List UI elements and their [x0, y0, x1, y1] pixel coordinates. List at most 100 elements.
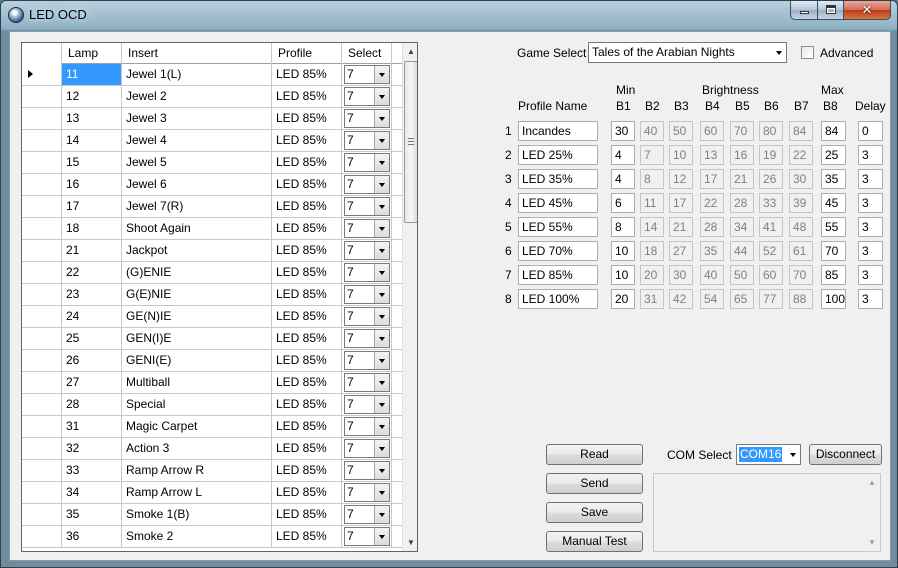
- profile-name-field[interactable]: LED 70%: [518, 241, 598, 261]
- brightness-b8-field[interactable]: 100: [821, 289, 846, 309]
- table-row[interactable]: 27 Multiball LED 85% 7: [22, 372, 402, 394]
- select-combo[interactable]: 7: [344, 505, 390, 524]
- chevron-down-icon[interactable]: [374, 286, 389, 303]
- lamp-grid[interactable]: Lamp Insert Profile Select 11 Jewel 1(L) L…: [21, 42, 418, 552]
- table-row[interactable]: 15 Jewel 5 LED 85% 7: [22, 152, 402, 174]
- table-row[interactable]: 25 GEN(I)E LED 85% 7: [22, 328, 402, 350]
- table-row[interactable]: 34 Ramp Arrow L LED 85% 7: [22, 482, 402, 504]
- row-header[interactable]: [22, 196, 62, 217]
- cell-insert[interactable]: Jackpot: [122, 240, 272, 261]
- select-combo[interactable]: 7: [344, 131, 390, 150]
- brightness-b2-field[interactable]: 8: [640, 169, 664, 189]
- cell-insert[interactable]: Magic Carpet: [122, 416, 272, 437]
- row-header[interactable]: [22, 372, 62, 393]
- chevron-down-icon[interactable]: [374, 462, 389, 479]
- cell-lamp[interactable]: 15: [62, 152, 122, 173]
- select-combo[interactable]: 7: [344, 109, 390, 128]
- table-row[interactable]: 16 Jewel 6 LED 85% 7: [22, 174, 402, 196]
- table-row[interactable]: 14 Jewel 4 LED 85% 7: [22, 130, 402, 152]
- brightness-b5-field[interactable]: 28: [730, 193, 754, 213]
- app-icon[interactable]: [8, 7, 24, 23]
- row-header[interactable]: [22, 174, 62, 195]
- brightness-b1-field[interactable]: 10: [611, 241, 635, 261]
- select-combo[interactable]: 7: [344, 527, 390, 546]
- chevron-down-icon[interactable]: [374, 66, 389, 83]
- brightness-b7-field[interactable]: 84: [789, 121, 813, 141]
- cell-lamp[interactable]: 33: [62, 460, 122, 481]
- cell-profile[interactable]: LED 85%: [272, 86, 342, 107]
- brightness-b7-field[interactable]: 48: [789, 217, 813, 237]
- table-row[interactable]: 35 Smoke 1(B) LED 85% 7: [22, 504, 402, 526]
- log-textbox[interactable]: ▲ ▼: [653, 473, 881, 552]
- cell-insert[interactable]: Special: [122, 394, 272, 415]
- brightness-b4-field[interactable]: 40: [700, 265, 724, 285]
- select-combo[interactable]: 7: [344, 439, 390, 458]
- row-header[interactable]: [22, 416, 62, 437]
- scroll-up-arrow-icon[interactable]: ▲: [864, 478, 880, 487]
- select-combo[interactable]: 7: [344, 329, 390, 348]
- brightness-b6-field[interactable]: 77: [759, 289, 783, 309]
- brightness-b8-field[interactable]: 45: [821, 193, 846, 213]
- row-header[interactable]: [22, 504, 62, 525]
- chevron-down-icon[interactable]: [374, 154, 389, 171]
- brightness-b8-field[interactable]: 25: [821, 145, 846, 165]
- grid-scrollbar[interactable]: ▲ ▼: [402, 43, 417, 551]
- brightness-b4-field[interactable]: 13: [700, 145, 724, 165]
- select-combo[interactable]: 7: [344, 285, 390, 304]
- row-header[interactable]: [22, 262, 62, 283]
- cell-insert[interactable]: Ramp Arrow L: [122, 482, 272, 503]
- brightness-b3-field[interactable]: 12: [669, 169, 693, 189]
- brightness-b1-field[interactable]: 20: [611, 289, 635, 309]
- select-combo[interactable]: 7: [344, 175, 390, 194]
- chevron-down-icon[interactable]: [374, 352, 389, 369]
- cell-insert[interactable]: Jewel 5: [122, 152, 272, 173]
- cell-profile[interactable]: LED 85%: [272, 152, 342, 173]
- cell-lamp[interactable]: 11: [62, 64, 122, 85]
- row-header[interactable]: [22, 328, 62, 349]
- cell-profile[interactable]: LED 85%: [272, 460, 342, 481]
- brightness-b4-field[interactable]: 60: [700, 121, 724, 141]
- brightness-b8-field[interactable]: 35: [821, 169, 846, 189]
- cell-profile[interactable]: LED 85%: [272, 196, 342, 217]
- com-select-dropdown[interactable]: COM16: [736, 444, 801, 465]
- brightness-b2-field[interactable]: 18: [640, 241, 664, 261]
- cell-insert[interactable]: Smoke 1(B): [122, 504, 272, 525]
- table-row[interactable]: 21 Jackpot LED 85% 7: [22, 240, 402, 262]
- brightness-b7-field[interactable]: 70: [789, 265, 813, 285]
- brightness-b1-field[interactable]: 6: [611, 193, 635, 213]
- brightness-b4-field[interactable]: 28: [700, 217, 724, 237]
- chevron-down-icon[interactable]: [374, 198, 389, 215]
- row-header[interactable]: [22, 130, 62, 151]
- chevron-down-icon[interactable]: [374, 264, 389, 281]
- cell-insert[interactable]: GE(N)IE: [122, 306, 272, 327]
- cell-lamp[interactable]: 17: [62, 196, 122, 217]
- send-button[interactable]: Send: [546, 473, 643, 494]
- cell-lamp[interactable]: 35: [62, 504, 122, 525]
- brightness-b5-field[interactable]: 44: [730, 241, 754, 261]
- save-button[interactable]: Save: [546, 502, 643, 523]
- cell-lamp[interactable]: 22: [62, 262, 122, 283]
- scroll-thumb[interactable]: [404, 61, 417, 223]
- select-combo[interactable]: 7: [344, 87, 390, 106]
- chevron-down-icon[interactable]: [374, 220, 389, 237]
- brightness-b5-field[interactable]: 50: [730, 265, 754, 285]
- cell-profile[interactable]: LED 85%: [272, 526, 342, 547]
- close-button[interactable]: ✕: [843, 1, 891, 20]
- cell-lamp[interactable]: 14: [62, 130, 122, 151]
- cell-insert[interactable]: Shoot Again: [122, 218, 272, 239]
- minimize-button[interactable]: [790, 1, 818, 20]
- brightness-b8-field[interactable]: 85: [821, 265, 846, 285]
- profile-name-field[interactable]: LED 85%: [518, 265, 598, 285]
- brightness-b4-field[interactable]: 17: [700, 169, 724, 189]
- cell-lamp[interactable]: 18: [62, 218, 122, 239]
- brightness-b8-field[interactable]: 84: [821, 121, 846, 141]
- table-row[interactable]: 17 Jewel 7(R) LED 85% 7: [22, 196, 402, 218]
- select-combo[interactable]: 7: [344, 153, 390, 172]
- cell-lamp[interactable]: 12: [62, 86, 122, 107]
- brightness-b2-field[interactable]: 14: [640, 217, 664, 237]
- row-header[interactable]: [22, 108, 62, 129]
- select-combo[interactable]: 7: [344, 263, 390, 282]
- cell-lamp[interactable]: 27: [62, 372, 122, 393]
- cell-insert[interactable]: Action 3: [122, 438, 272, 459]
- brightness-b6-field[interactable]: 52: [759, 241, 783, 261]
